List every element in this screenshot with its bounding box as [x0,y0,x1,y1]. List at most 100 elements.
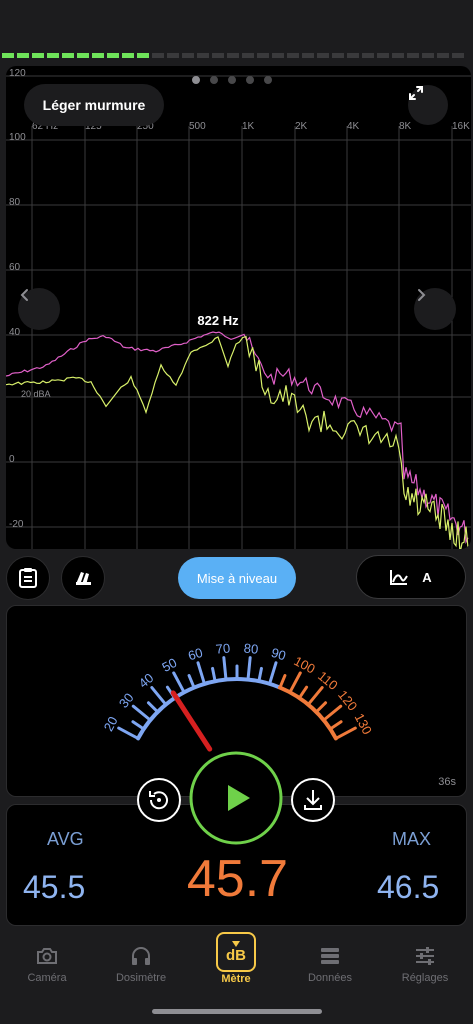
spectrum-panel[interactable]: 62 Hz 125 250 500 1K 2K 4K 8K 16K 120 100 80 60 40 0-… [6,66,471,549]
db-tick-label: 0 [9,454,15,465]
gauge-tick [297,685,309,700]
gauge-tick [306,686,324,707]
gauge-tick [117,726,140,740]
sliders-icon [416,947,434,965]
clipboard-icon [19,568,37,588]
fullscreen-button[interactable] [408,85,448,125]
gauge-tick-label: 90 [270,645,288,664]
gauge-tick [131,704,152,722]
play-button[interactable] [188,750,284,846]
frequency-tick-label: 1K [242,121,255,132]
level-segment [242,53,254,58]
expand-icon [409,86,423,100]
tab-label: Caméra [27,972,67,984]
gauge-tick [268,661,278,686]
gauge-tick-label: 100 [291,653,317,676]
level-segment [377,53,389,58]
level-segment [332,53,344,58]
frequency-tick-label: 2K [295,121,308,132]
level-segment [212,53,224,58]
level-segment [362,53,374,58]
gauge-tick-label: 60 [186,645,204,664]
level-segment [2,53,14,58]
reset-button[interactable] [136,777,182,823]
gauge-tick [150,686,168,707]
level-segment [197,53,209,58]
tab-data[interactable]: Données [290,940,370,984]
db-tick-label: 80 [9,197,21,208]
chart-curve-icon [390,570,409,585]
gauge-arc [277,685,338,741]
level-segment [257,53,269,58]
tab-label: Mètre [221,973,251,985]
page-dot[interactable] [264,76,272,84]
save-button[interactable] [290,777,336,823]
camera-icon [37,948,57,964]
db-meter-icon: dB [216,932,256,972]
gauge-tick [211,666,217,683]
level-segment [122,53,134,58]
peak-frequency-label: 822 Hz [197,313,239,328]
level-segment [392,53,404,58]
gauge-tick [334,726,357,740]
level-segment [422,53,434,58]
report-button[interactable] [6,556,50,600]
level-segment [302,53,314,58]
gauge-tick [278,674,287,690]
upgrade-button[interactable]: Mise à niveau [178,557,296,599]
level-segment [272,53,284,58]
tab-meter[interactable]: dB Mètre [196,932,276,985]
swatch-icon [76,572,91,585]
level-segment [227,53,239,58]
gauge-tick [172,671,186,694]
gauge-tick-label: 130 [352,711,375,737]
gauge-tick-label: 50 [160,655,180,675]
previous-button[interactable] [18,288,60,330]
database-icon [321,948,339,964]
level-segment [92,53,104,58]
chevron-left-icon [20,289,28,301]
db-tick-label: 120 [9,68,26,79]
frequency-tick-label: 16K [452,121,470,132]
gauge-tick-label: 80 [243,640,259,656]
chevron-right-icon [418,289,426,301]
page-indicator [192,76,272,84]
next-button[interactable] [414,288,456,330]
level-segment [407,53,419,58]
gauge-tick-label: 70 [215,640,231,656]
weighting-label: A [422,569,432,585]
gauge-tick [246,656,252,682]
db-tick-label: 40 [9,327,21,338]
home-indicator [152,1009,322,1014]
gauge-tick [314,701,328,714]
gauge-tick [328,720,343,731]
gauge-tick [146,701,160,714]
weighting-button[interactable]: A [356,555,466,599]
spectrum-chart: 62 Hz 125 250 500 1K 2K 4K 8K 16K 1201008060400-… [6,68,471,549]
frequency-tick-label: 500 [189,121,206,132]
gauge-tick [257,666,263,683]
db-badge-text: dB [226,946,246,964]
page-dot[interactable] [192,76,200,84]
tab-settings[interactable]: Réglages [385,940,465,984]
gauge-tick [131,720,146,731]
level-segment [182,53,194,58]
level-segment [17,53,29,58]
level-segment [62,53,74,58]
frequency-tick-label: 8K [399,121,412,132]
gauge-tick [187,674,196,690]
page-dot[interactable] [210,76,218,84]
level-segment [317,53,329,58]
noise-level-pill[interactable]: Léger murmure [24,84,164,126]
tab-camera[interactable]: Caméra [7,940,87,984]
tab-dosimeter[interactable]: Dosimètre [101,940,181,984]
page-dot[interactable] [228,76,236,84]
gauge-tick-label: 20 [101,714,121,734]
page-dot[interactable] [246,76,254,84]
tab-label: Dosimètre [115,972,167,984]
level-segment [167,53,179,58]
level-segment [77,53,89,58]
toolbar: Mise à niveau A [0,552,473,602]
level-segment [287,53,299,58]
theme-button[interactable] [61,556,105,600]
